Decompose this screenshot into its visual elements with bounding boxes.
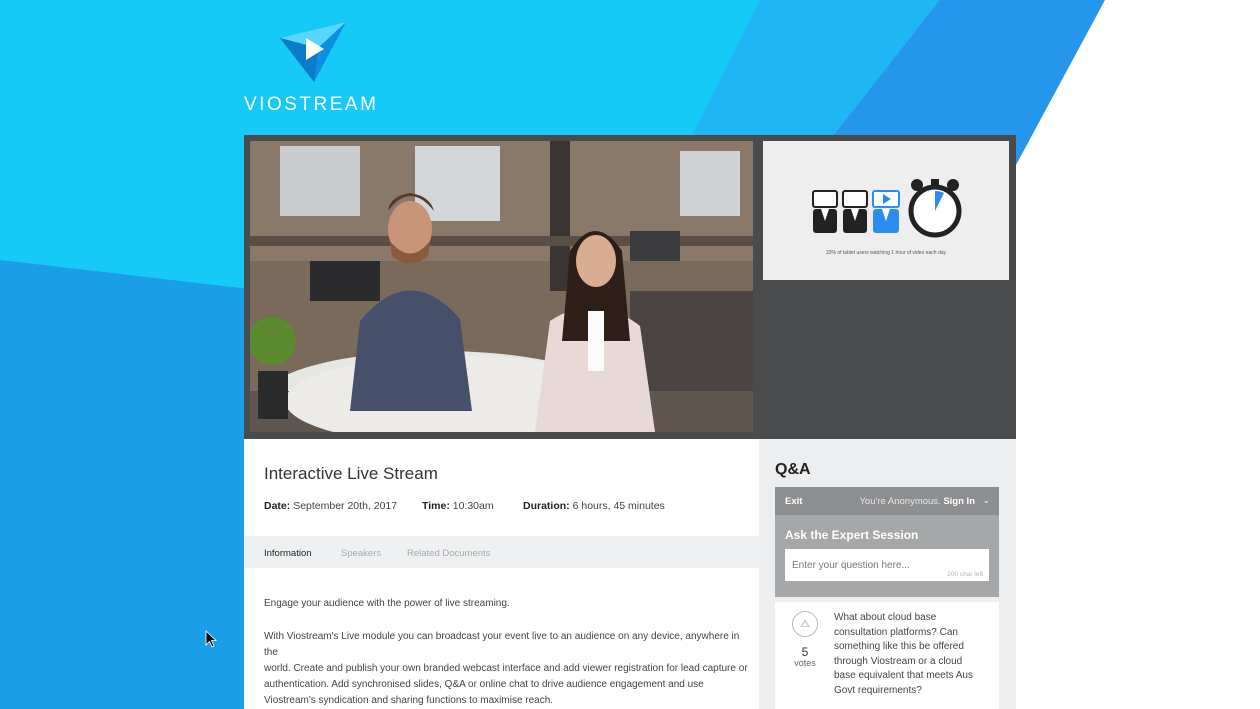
slide-caption: 33% of tablet users watching 1 hour of v… bbox=[825, 250, 947, 256]
votes-label: votes bbox=[794, 658, 816, 668]
qa-user-bar: Exit You're Anonymous. Sign In ⌄ bbox=[775, 487, 999, 515]
sign-in-link[interactable]: Sign In bbox=[943, 496, 975, 507]
duration-label: Duration: bbox=[523, 500, 570, 512]
description-line: world. Create and publish your own brand… bbox=[264, 663, 748, 674]
presenters-scene bbox=[250, 141, 753, 432]
time-value: 10:30am bbox=[452, 500, 494, 512]
question-line: Govt requirements? bbox=[834, 684, 922, 696]
brand-wordmark: VIOSTREAM bbox=[244, 94, 379, 115]
description-line: With Viostream's Live module you can bro… bbox=[264, 631, 740, 658]
question-line: something like this be offered bbox=[834, 641, 964, 653]
video-feed[interactable] bbox=[250, 141, 753, 432]
description-line: authentication. Add synchronised slides,… bbox=[264, 679, 704, 690]
event-duration: Duration: 6 hours, 45 minutes bbox=[523, 500, 665, 512]
event-date: Date: September 20th, 2017 bbox=[264, 500, 397, 512]
event-time: Time: 10:30am bbox=[422, 500, 494, 512]
tablet-users-clock-icon bbox=[812, 179, 962, 238]
anonymous-status: You're Anonymous. Sign In bbox=[859, 496, 975, 507]
play-triangle-logo-icon bbox=[280, 22, 346, 82]
upvote-icon[interactable] bbox=[792, 611, 818, 637]
question-line: consultation platforms? Can bbox=[834, 626, 958, 638]
date-value: September 20th, 2017 bbox=[293, 500, 398, 512]
question-line: through Viostream or a cloud bbox=[834, 655, 963, 667]
question-text: What about cloud base consultation platf… bbox=[834, 611, 984, 699]
chars-left-counter: 200 char left bbox=[947, 571, 983, 578]
description-intro: Engage your audience with the power of l… bbox=[264, 598, 510, 609]
question-line: base equivalent that meets Aus bbox=[834, 670, 973, 682]
time-label: Time: bbox=[422, 500, 450, 512]
presentation-slide[interactable]: 33% of tablet users watching 1 hour of v… bbox=[763, 141, 1009, 280]
anonymous-label: You're Anonymous. bbox=[859, 496, 941, 507]
viostream-logo[interactable]: VIOSTREAM bbox=[244, 18, 384, 118]
event-title: Interactive Live Stream bbox=[264, 464, 438, 483]
event-info: Interactive Live Stream Date: September … bbox=[244, 439, 759, 709]
duration-value: 6 hours, 45 minutes bbox=[572, 500, 665, 512]
description-line: Viostream's syndication and sharing func… bbox=[264, 695, 554, 706]
qa-heading: Q&A bbox=[775, 461, 811, 478]
ask-question-box: Ask the Expert Session 200 char left bbox=[775, 515, 999, 597]
vote-count: 5 bbox=[801, 645, 809, 659]
player-area: 33% of tablet users watching 1 hour of v… bbox=[244, 135, 1016, 439]
description-body: With Viostream's Live module you can bro… bbox=[264, 629, 754, 709]
exit-button[interactable]: Exit bbox=[785, 496, 802, 507]
tab-related-documents[interactable]: Related Documents bbox=[407, 548, 490, 559]
question-card: 5 votes What about cloud base consultati… bbox=[775, 602, 999, 709]
tab-information[interactable]: Information bbox=[264, 548, 312, 559]
session-title: Ask the Expert Session bbox=[785, 528, 919, 542]
tab-speakers[interactable]: Speakers bbox=[341, 548, 381, 559]
info-tabs: Information Speakers Related Documents bbox=[244, 536, 759, 568]
date-label: Date: bbox=[264, 500, 291, 512]
webcast-panel: 33% of tablet users watching 1 hour of v… bbox=[244, 135, 1016, 709]
qa-panel: Q&A Exit You're Anonymous. Sign In ⌄ Ask… bbox=[759, 439, 1016, 709]
chevron-down-icon[interactable]: ⌄ bbox=[982, 495, 990, 506]
mouse-cursor-icon bbox=[205, 630, 217, 648]
question-line: What about cloud base bbox=[834, 612, 937, 623]
